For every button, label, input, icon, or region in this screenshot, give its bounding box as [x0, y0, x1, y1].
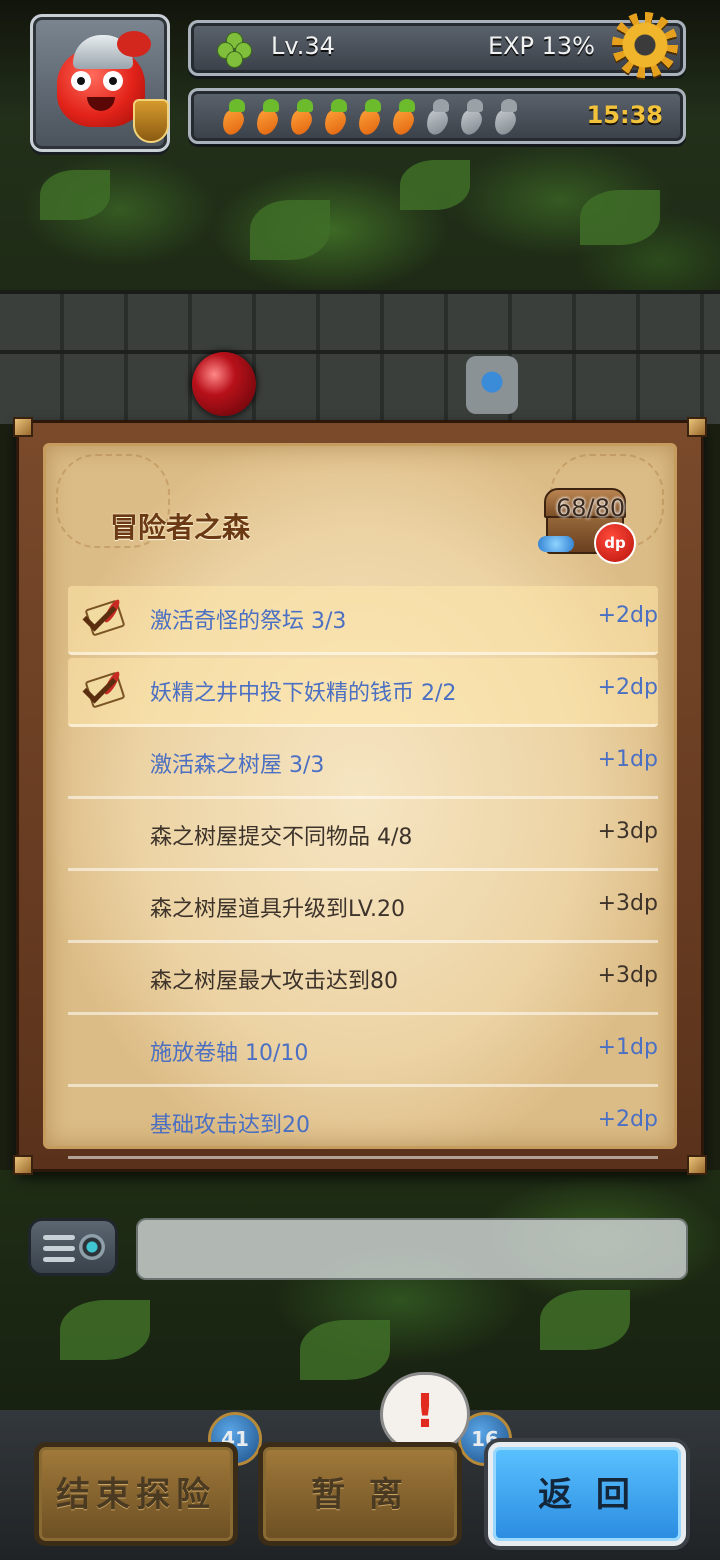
alert-icon[interactable]: ! — [380, 1372, 470, 1452]
quest-reward: +1dp — [597, 747, 658, 772]
quest-row[interactable]: 激活森之树屋 3/3 +1dp — [68, 730, 658, 799]
quest-row[interactable]: 激活奇怪的祭坛 3/3 +2dp — [68, 586, 658, 655]
leaf-decoration — [250, 200, 330, 260]
quest-text: 森之树屋提交不同物品 4/8 — [150, 825, 413, 850]
quest-reward: +1dp — [597, 1035, 658, 1060]
clover-icon — [217, 32, 252, 68]
quest-row[interactable]: 森之树屋提交不同物品 4/8 +3dp — [68, 802, 658, 871]
energy-bar: 15:38 — [188, 88, 686, 144]
carrot-icon — [353, 99, 384, 135]
quest-text: 妖精之井中投下妖精的钱币 2/2 — [150, 681, 457, 706]
pause-button[interactable]: 暂 离 — [258, 1442, 462, 1546]
quest-text: 森之树屋最大攻击达到80 — [150, 969, 398, 994]
plume-icon — [117, 31, 151, 57]
carrot-icon — [251, 99, 282, 135]
panel-corner — [13, 1155, 33, 1175]
chat-input[interactable] — [136, 1218, 688, 1280]
quest-reward: +2dp — [597, 603, 658, 628]
carrot-icon — [421, 99, 452, 135]
quest-row[interactable]: 施放卷轴 10/10 +1dp — [68, 1018, 658, 1087]
panel-corner — [13, 417, 33, 437]
energy-timer: 15:38 — [586, 101, 663, 129]
chat-status-icon — [79, 1234, 105, 1260]
quest-reward: +2dp — [597, 1107, 658, 1132]
quest-row[interactable]: 基础攻击达到20 +2dp — [68, 1090, 658, 1159]
leaf-decoration — [400, 160, 470, 210]
panel-title: 冒险者之森 — [110, 511, 251, 544]
leaf-decoration — [540, 1290, 630, 1350]
dp-progress: 68/80 — [556, 494, 626, 522]
quest-row[interactable]: 妖精之井中投下妖精的钱币 2/2 +2dp — [68, 658, 658, 727]
back-button[interactable]: 返 回 — [488, 1442, 686, 1546]
red-potion-icon — [192, 352, 256, 416]
panel-corner — [687, 417, 707, 437]
quest-complete-scroll-icon — [82, 597, 126, 638]
carrot-icon — [319, 99, 350, 135]
quest-text: 激活奇怪的祭坛 3/3 — [150, 609, 347, 634]
quest-text: 施放卷轴 10/10 — [150, 1041, 309, 1066]
panel-corner — [687, 1155, 707, 1175]
dp-badge: dp — [594, 522, 636, 564]
quest-text: 激活森之树屋 3/3 — [150, 753, 325, 778]
carrot-icon — [489, 99, 520, 135]
carrot-icon — [387, 99, 418, 135]
player-avatar[interactable] — [30, 14, 170, 152]
quest-row[interactable]: 森之树屋道具升级到LV.20 +3dp — [68, 874, 658, 943]
gear-icon[interactable] — [612, 12, 678, 78]
chat-toggle-button[interactable] — [28, 1218, 118, 1276]
quest-panel: 冒险者之森 68/80 dp 激活奇怪的祭坛 3/3 +2dp 妖精之井中投下妖精的… — [13, 417, 707, 1175]
stone-wall — [0, 290, 720, 424]
leaf-decoration — [40, 170, 110, 220]
level-label: Lv.34 — [271, 32, 335, 60]
quest-reward: +3dp — [597, 963, 658, 988]
quest-reward: +3dp — [597, 819, 658, 844]
quest-complete-scroll-icon — [82, 669, 126, 710]
exp-label: EXP 13% — [487, 32, 595, 60]
shield-icon — [133, 99, 169, 143]
energy-carrots — [217, 99, 520, 135]
leaf-decoration — [60, 1300, 150, 1360]
quest-reward: +2dp — [597, 675, 658, 700]
end-adventure-button[interactable]: 结束探险 — [34, 1442, 238, 1546]
quest-row[interactable]: 森之树屋最大攻击达到80 +3dp — [68, 946, 658, 1015]
quest-list: 激活奇怪的祭坛 3/3 +2dp 妖精之井中投下妖精的钱币 2/2 +2dp 激活森之树… — [68, 586, 658, 1162]
quest-parchment: 冒险者之森 68/80 dp 激活奇怪的祭坛 3/3 +2dp 妖精之井中投下妖精的… — [43, 443, 677, 1159]
carrot-icon — [285, 99, 316, 135]
carrot-icon — [455, 99, 486, 135]
quest-text: 森之树屋道具升级到LV.20 — [150, 897, 406, 922]
quest-reward: +3dp — [597, 891, 658, 916]
quest-text: 基础攻击达到20 — [150, 1113, 310, 1138]
rune-stone-icon — [466, 356, 518, 414]
leaf-decoration — [580, 190, 660, 245]
carrot-icon — [217, 99, 248, 135]
leaf-decoration — [300, 1320, 390, 1380]
